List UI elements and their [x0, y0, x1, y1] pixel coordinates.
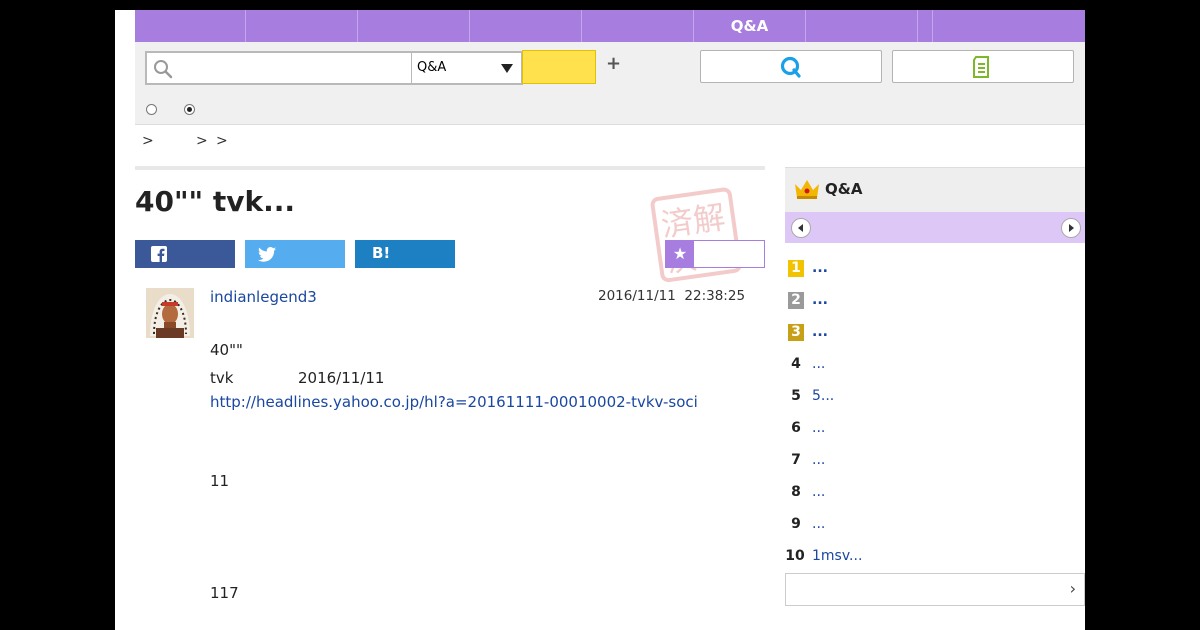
- twitter-icon: [258, 247, 276, 262]
- rank-number: 4: [791, 356, 801, 372]
- ranking-item[interactable]: 4...: [785, 354, 1085, 380]
- search-scope-radio-2[interactable]: [184, 104, 195, 115]
- question-title: 40"" tvk...: [135, 185, 296, 218]
- nav-item-2[interactable]: [246, 10, 358, 42]
- rank-title-link[interactable]: 1msv...: [812, 548, 862, 564]
- nav-item-qa[interactable]: Q&A: [694, 10, 806, 42]
- rank-number: 3: [788, 324, 804, 341]
- body-link[interactable]: http://headlines.yahoo.co.jp/hl?a=201611…: [210, 393, 698, 411]
- ranking-item[interactable]: 1...: [785, 258, 1085, 284]
- rank-number: 9: [791, 516, 801, 532]
- search-category-value: Q&A: [417, 60, 447, 75]
- ranking-title: Q&A: [825, 180, 863, 198]
- search-button[interactable]: [522, 50, 596, 84]
- rank-number: 7: [791, 452, 801, 468]
- crown-icon: [795, 180, 819, 199]
- ranking-item[interactable]: 3...: [785, 322, 1085, 348]
- post-time: 22:38:25: [684, 288, 746, 304]
- breadcrumb-separator: >: [142, 133, 154, 149]
- ranking-tabs: [785, 212, 1085, 243]
- search-icon: [154, 60, 173, 79]
- ranking-more-button[interactable]: ›: [785, 573, 1085, 606]
- rank-title-link[interactable]: 5...: [812, 388, 834, 404]
- facebook-share-button[interactable]: [135, 240, 235, 268]
- ranking-item[interactable]: 5 5...: [785, 386, 1085, 412]
- document-icon: [973, 56, 989, 78]
- q-logo-icon: [780, 56, 801, 78]
- search-input[interactable]: [145, 51, 415, 85]
- rank-number: 1: [788, 260, 804, 277]
- nav-item-9[interactable]: [933, 10, 1085, 42]
- next-arrow-icon[interactable]: [1061, 218, 1081, 238]
- post-date: 2016/11/11: [598, 288, 676, 304]
- rank-number: 6: [791, 420, 801, 436]
- avatar[interactable]: [146, 288, 194, 338]
- hatena-label: B!: [372, 244, 391, 262]
- ask-question-button[interactable]: [700, 50, 882, 83]
- nav-item-8[interactable]: [918, 10, 933, 42]
- chevron-right-icon: ›: [1069, 579, 1076, 598]
- prev-arrow-icon[interactable]: [791, 218, 811, 238]
- rank-title-link[interactable]: ...: [812, 324, 828, 340]
- body-date: 2016/11/11: [298, 369, 385, 387]
- body-text: 40"": [210, 341, 243, 359]
- search-bar: Q&A +: [135, 42, 1085, 125]
- rank-title-link[interactable]: ...: [812, 484, 825, 500]
- username-link[interactable]: indianlegend3: [210, 288, 317, 306]
- rank-number: 2: [788, 292, 804, 309]
- nav-item-3[interactable]: [358, 10, 470, 42]
- rank-title-link[interactable]: ...: [812, 452, 825, 468]
- rank-title-link[interactable]: ...: [812, 260, 828, 276]
- nav-item-1[interactable]: [135, 10, 246, 42]
- ranking-item[interactable]: 9...: [785, 514, 1085, 540]
- avatar-image: [146, 288, 194, 338]
- nav-item-4[interactable]: [470, 10, 582, 42]
- rank-number: 8: [791, 484, 801, 500]
- favorite-button[interactable]: ★: [665, 240, 765, 268]
- rank-title-link[interactable]: ...: [812, 420, 825, 436]
- ranking-item[interactable]: 10 1msv...: [785, 546, 1085, 572]
- page: Q&A Q&A + > > > 40"" tvk... 済解 B! ★ indi…: [115, 10, 1085, 630]
- ranking-item[interactable]: 6...: [785, 418, 1085, 444]
- rank-title-link[interactable]: ...: [812, 292, 828, 308]
- nav-item-5[interactable]: [582, 10, 694, 42]
- ranking-item[interactable]: 2...: [785, 290, 1085, 316]
- rank-number: 10: [785, 548, 805, 564]
- body-source: tvk: [210, 369, 234, 387]
- facebook-icon: [151, 246, 167, 262]
- solved-stamp: 済解 決み: [650, 187, 742, 283]
- ranking-item[interactable]: 8...: [785, 482, 1085, 508]
- star-icon: ★: [666, 241, 694, 267]
- body-text: 11: [210, 472, 230, 490]
- divider: [135, 166, 765, 170]
- global-nav: Q&A: [135, 10, 1085, 42]
- chevron-down-icon: [501, 64, 513, 73]
- body-text: 117: [210, 584, 239, 602]
- ranking-header: Q&A: [785, 167, 1085, 212]
- post-button[interactable]: [892, 50, 1074, 83]
- breadcrumb-separator: >: [196, 133, 208, 149]
- nav-item-7[interactable]: [806, 10, 918, 42]
- page-gutter: [115, 10, 135, 630]
- plus-icon[interactable]: +: [606, 53, 621, 74]
- search-scope-radio-1[interactable]: [146, 104, 157, 115]
- breadcrumb-separator: >: [216, 133, 228, 149]
- hatena-bookmark-button[interactable]: B!: [355, 240, 455, 268]
- twitter-share-button[interactable]: [245, 240, 345, 268]
- search-category-select[interactable]: Q&A: [411, 51, 523, 85]
- post-timestamp: 2016/11/11 22:38:25: [598, 288, 745, 304]
- ranking-item[interactable]: 7...: [785, 450, 1085, 476]
- rank-number: 5: [791, 388, 801, 404]
- rank-title-link[interactable]: ...: [812, 516, 825, 532]
- rank-title-link[interactable]: ...: [812, 356, 825, 372]
